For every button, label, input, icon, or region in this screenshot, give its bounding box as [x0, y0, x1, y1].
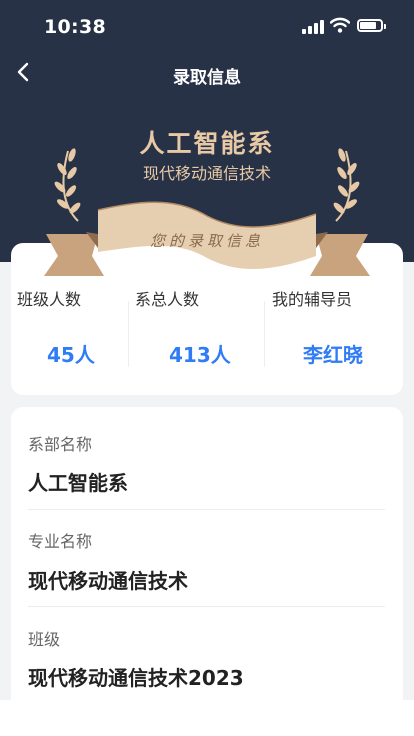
major-field-value: 现代移动通信技术	[28, 569, 188, 593]
page-title: 录取信息	[173, 68, 241, 88]
class-size-label: 班级人数	[17, 290, 82, 309]
bottom-safe-area	[0, 700, 414, 736]
counselor-name[interactable]: 李红晓	[303, 339, 363, 368]
ribbon-text: 您的录取信息	[150, 232, 264, 250]
department-field-label: 系部名称	[28, 435, 93, 454]
status-time: 10:38	[44, 16, 106, 38]
admission-details-card: 系部名称 人工智能系 专业名称 现代移动通信技术 班级 现代移动通信技术2023	[11, 407, 403, 707]
nav-bar: 录取信息	[0, 54, 414, 94]
wifi-icon	[330, 17, 350, 33]
class-size-stat: 班级人数 45人	[17, 287, 127, 371]
department-field-value: 人工智能系	[28, 471, 128, 495]
department-total-stat: 系总人数 413人	[135, 287, 260, 371]
field-divider	[28, 606, 385, 607]
status-bar: 10:38	[0, 0, 414, 54]
counselor-stat: 我的辅导员 李红晓	[272, 287, 363, 371]
class-field-label: 班级	[28, 630, 61, 649]
major-field-label: 专业名称	[28, 532, 93, 551]
department-total-value: 413人	[169, 343, 231, 367]
cellular-signal-icon	[302, 20, 324, 34]
admission-ribbon-banner: 您的录取信息	[44, 201, 370, 276]
counselor-label: 我的辅导员	[272, 290, 353, 309]
stat-divider	[128, 301, 129, 367]
field-divider	[28, 509, 385, 510]
battery-icon	[357, 19, 386, 32]
department-total-label: 系总人数	[135, 290, 200, 309]
class-size-value: 45人	[47, 343, 95, 367]
class-field-value: 现代移动通信技术2023	[28, 666, 244, 690]
stat-divider	[264, 301, 265, 367]
